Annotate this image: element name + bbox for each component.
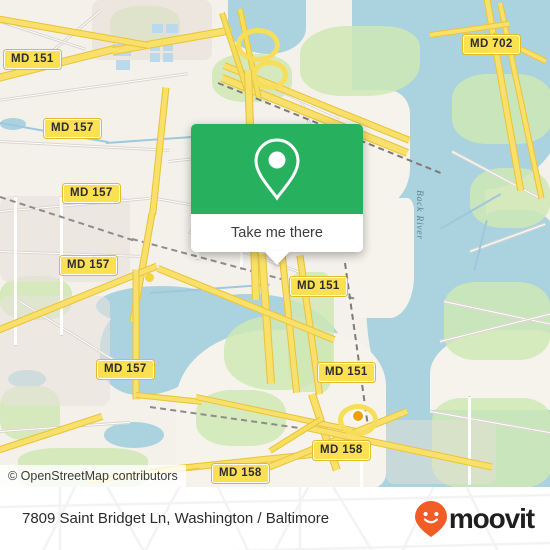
highway-shield: MD 158	[211, 463, 270, 484]
location-address: 7809 Saint Bridget Ln, Washington / Balt…	[22, 510, 330, 527]
building-cluster-h	[152, 24, 163, 33]
take-me-there-label: Take me there	[231, 225, 323, 241]
highway-shield: MD 157	[43, 118, 102, 139]
junction-node	[351, 409, 365, 423]
building-cluster-g	[166, 24, 178, 33]
highway-interchange-loop	[236, 28, 280, 62]
moovit-wordmark: moovit	[448, 502, 535, 534]
highway-shield: MD 157	[62, 183, 121, 204]
highway-shield: MD 157	[96, 359, 155, 380]
take-me-there-button[interactable]: Take me there	[191, 214, 363, 252]
green-park-ne	[300, 26, 420, 96]
popup-pointer-tail	[264, 251, 290, 265]
building-cluster-d	[163, 53, 173, 62]
destination-popup-card[interactable]: Take me there	[191, 124, 363, 265]
junction-node	[145, 273, 154, 282]
highway-shield: MD 157	[59, 255, 118, 276]
moovit-logo[interactable]: moovit	[414, 500, 535, 538]
building-cluster-f	[116, 60, 130, 70]
map-canvas[interactable]: Back River MD 151 MD 702 MD 157 MD 157 MD 15…	[0, 0, 550, 487]
map-pin-icon	[254, 138, 300, 201]
highway-md157-s	[132, 269, 140, 400]
water-label-back-river: Back River	[414, 190, 424, 240]
minor-road	[468, 396, 471, 486]
highway-shield: MD 702	[462, 34, 521, 55]
moovit-map-card: Back River MD 151 MD 702 MD 157 MD 157 MD 15…	[0, 0, 550, 550]
popup-icon-area	[191, 124, 363, 214]
highway-shield: MD 151	[3, 49, 62, 70]
building-cluster-c	[150, 53, 160, 62]
moovit-pin-icon	[414, 500, 447, 537]
water-pond-small-2	[104, 422, 164, 448]
highway-shield: MD 158	[312, 440, 371, 461]
footer-bar: 7809 Saint Bridget Ln, Washington / Balt…	[0, 487, 550, 550]
highway-shield: MD 151	[317, 362, 376, 383]
highway-shield: MD 151	[289, 276, 348, 297]
map-attribution[interactable]: © OpenStreetMap contributors	[0, 465, 186, 487]
highway-interchange-loop-2	[252, 60, 288, 90]
